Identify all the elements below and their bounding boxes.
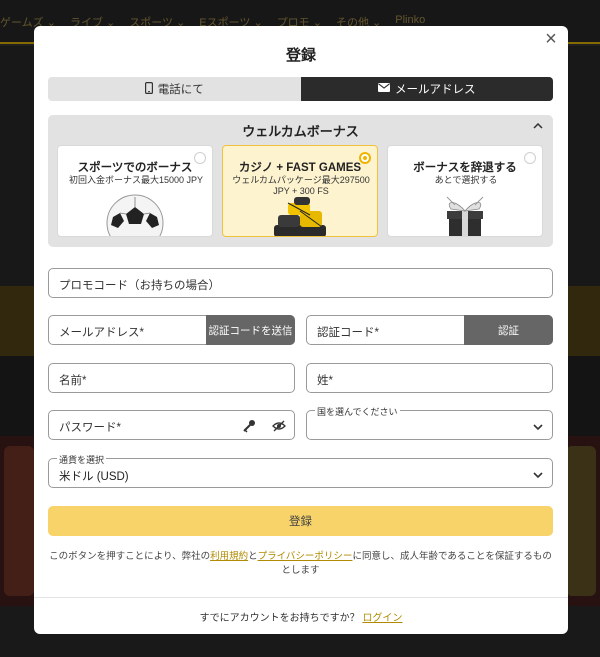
chevron-down-icon: [532, 468, 544, 480]
eye-off-icon[interactable]: [272, 419, 286, 438]
bonus-card-sports[interactable]: スポーツでのボーナス 初回入金ボーナス最大15000 JPY: [57, 145, 213, 237]
terms-of-use-link[interactable]: 利用規約: [210, 551, 248, 562]
terms-text: このボタンを押すことにより、弊社の利用規約とプライバシーポリシーに同意し、成人年…: [48, 550, 553, 578]
bonus-title: スポーツでのボーナス: [77, 162, 193, 174]
privacy-policy-link[interactable]: プライバシーポリシー: [258, 551, 353, 562]
password-placeholder: パスワード*: [59, 422, 121, 434]
terms-prefix: このボタンを押すことにより、弊社の: [49, 551, 211, 562]
currency-select[interactable]: 通貨を選択 米ドル (USD): [48, 453, 553, 488]
casino-chips-icon: [270, 197, 330, 236]
terms-mid: と: [248, 551, 258, 562]
bonus-subtitle: あとで選択する: [434, 175, 498, 185]
mail-icon: [378, 83, 390, 95]
login-prompt: すでにアカウントをお持ちですか？ ログイン: [34, 609, 568, 624]
welcome-bonus-panel: ウェルカムボーナス スポーツでのボーナス 初回入金ボーナス最大15000 JPY: [48, 115, 553, 247]
bonus-title: ボーナスを辞退する: [413, 162, 517, 174]
email-placeholder: メールアドレス*: [59, 327, 144, 339]
footer-divider: [34, 597, 568, 598]
registration-modal: × 登録 電話にて メールアドレス ウェルカムボーナス スポーツでのボーナス 初…: [34, 26, 568, 634]
login-prompt-text: すでにアカウントをお持ちですか？: [199, 613, 360, 624]
bonus-subtitle: 初回入金ボーナス最大15000 JPY: [68, 175, 204, 185]
last-name-input[interactable]: 姓*: [306, 363, 553, 393]
register-submit-button[interactable]: 登録: [48, 506, 553, 536]
country-select[interactable]: 国を選んでください: [306, 405, 553, 440]
bonus-subtitle: ウェルカムパッケージ最大297500 JPY + 300 FS: [232, 175, 370, 196]
first-name-input[interactable]: 名前*: [48, 363, 295, 393]
password-input[interactable]: パスワード*: [48, 410, 295, 440]
promo-code-input[interactable]: プロモコード（お持ちの場合）: [48, 268, 553, 298]
gift-box-icon: [433, 193, 497, 236]
bonus-card-casino[interactable]: カジノ + FAST GAMES ウェルカムパッケージ最大297500 JPY …: [222, 145, 378, 237]
promo-code-placeholder: プロモコード（お持ちの場合）: [59, 280, 220, 292]
key-icon[interactable]: [242, 419, 256, 438]
bonus-header[interactable]: ウェルカムボーナス: [48, 121, 553, 140]
country-label: 国を選んでください: [315, 405, 400, 418]
modal-title: 登録: [285, 47, 316, 64]
send-code-button[interactable]: 認証コードを送信: [206, 315, 295, 345]
soccer-ball-icon: [105, 193, 165, 236]
currency-label: 通貨を選択: [57, 453, 107, 466]
bonus-card-decline[interactable]: ボーナスを辞退する あとで選択する: [387, 145, 543, 237]
login-link[interactable]: ログイン: [362, 613, 402, 624]
email-input[interactable]: メールアドレス* 認証コードを送信: [48, 315, 295, 345]
verify-button[interactable]: 認証: [464, 315, 553, 345]
last-name-placeholder: 姓*: [317, 375, 333, 387]
currency-value: 米ドル (USD): [59, 471, 129, 483]
verification-code-placeholder: 認証コード*: [317, 327, 379, 339]
registration-method-tabs: 電話にて メールアドレス: [48, 77, 553, 101]
phone-icon: [144, 81, 153, 97]
tab-phone[interactable]: 電話にて: [48, 77, 301, 101]
tab-email[interactable]: メールアドレス: [300, 77, 553, 101]
verification-code-input[interactable]: 認証コード* 認証: [306, 315, 553, 345]
first-name-placeholder: 名前*: [59, 375, 87, 387]
chevron-down-icon: [532, 420, 544, 432]
bonus-title: カジノ + FAST GAMES: [238, 162, 362, 174]
tab-phone-label: 電話にて: [157, 84, 204, 96]
tab-email-label: メールアドレス: [395, 84, 476, 96]
chevron-up-icon[interactable]: [533, 121, 543, 132]
